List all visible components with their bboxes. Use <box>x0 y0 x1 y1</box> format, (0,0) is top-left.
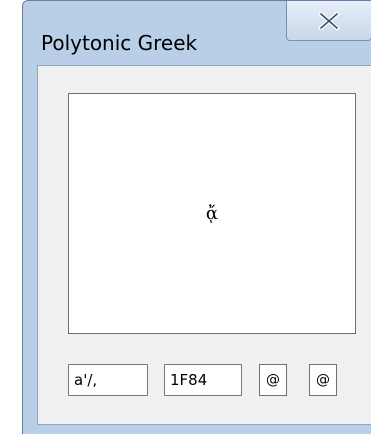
dialog-content: ᾄ @ @ <box>37 65 371 425</box>
at-button-1[interactable]: @ <box>259 364 287 396</box>
close-button[interactable] <box>286 1 371 41</box>
at-button-2[interactable]: @ <box>309 364 337 396</box>
dialog-window: Polytonic Greek ᾄ @ @ <box>22 0 371 434</box>
glyph-preview: ᾄ <box>68 93 356 334</box>
close-icon <box>318 11 340 30</box>
codepoint-input[interactable] <box>164 364 242 396</box>
preview-glyph: ᾄ <box>205 203 219 224</box>
window-title: Polytonic Greek <box>41 31 198 55</box>
title-bar[interactable]: Polytonic Greek <box>23 1 371 67</box>
sequence-input[interactable] <box>68 364 148 396</box>
